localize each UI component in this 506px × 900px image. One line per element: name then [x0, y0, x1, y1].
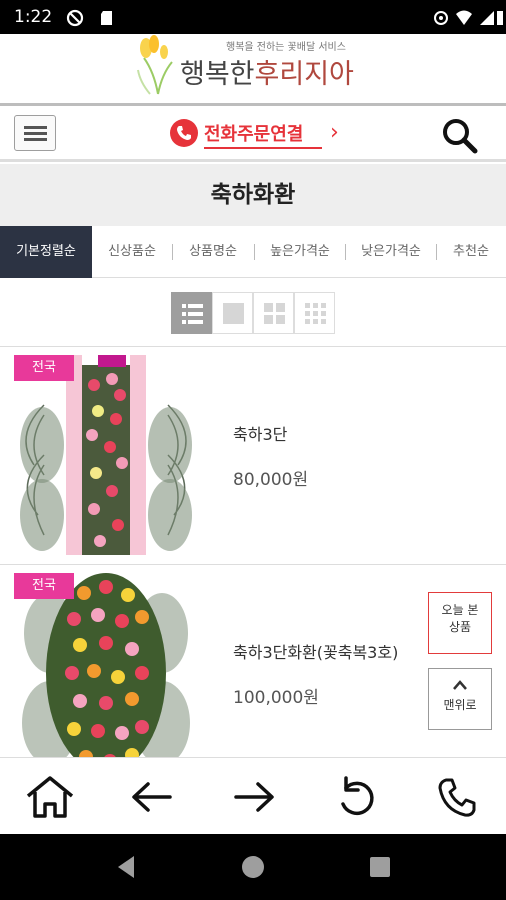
sort-tab-name[interactable]: 상품명순: [176, 226, 250, 278]
top-toolbar: 전화주문연결 ›: [0, 106, 506, 162]
product-item[interactable]: 전국 축하3단 80,000원: [0, 346, 506, 563]
grid-2-view-button[interactable]: [253, 292, 294, 334]
single-view-icon: [223, 303, 244, 324]
category-title-bar: 축하화환: [0, 164, 506, 226]
back-arrow-icon[interactable]: [126, 774, 178, 820]
grid-3-view-icon: [305, 303, 326, 324]
sort-tab-default[interactable]: 기본정렬순: [0, 226, 92, 278]
forward-arrow-icon[interactable]: [228, 774, 280, 820]
logo-brand-part2: 후리지아: [254, 59, 354, 90]
region-badge: 전국: [14, 355, 74, 381]
sort-tab-price-low[interactable]: 낮은가격순: [349, 226, 433, 278]
grid-2-view-icon: [264, 303, 285, 324]
logo-brand-part1: 행복한: [180, 59, 255, 90]
page-title: 축하화환: [210, 182, 296, 208]
menu-line: [24, 132, 47, 135]
signal-icon: [480, 11, 494, 25]
chevron-right-icon: ›: [330, 120, 339, 145]
menu-line: [24, 126, 47, 129]
list-view-icon: [182, 304, 203, 324]
wifi-icon: [456, 10, 472, 25]
sort-tab-recommended[interactable]: 추천순: [440, 226, 502, 278]
system-recents-icon[interactable]: [369, 856, 391, 878]
grid-3-view-button[interactable]: [294, 292, 335, 334]
chevron-up-icon: [453, 680, 467, 690]
product-price: 80,000원: [233, 470, 309, 490]
system-nav-bar: [0, 834, 506, 900]
logo-tagline: 행복을 전하는 꽃배달 서비스: [226, 42, 346, 53]
phone-order-label: 전화주문연결: [204, 124, 304, 145]
logo-brand[interactable]: 행복한후리지아: [180, 52, 354, 91]
list-view-button[interactable]: [171, 292, 212, 334]
product-price: 100,000원: [233, 688, 319, 708]
system-home-icon[interactable]: [241, 855, 265, 879]
product-image[interactable]: [14, 355, 198, 555]
sort-separator: [172, 244, 173, 260]
phone-call-icon: [170, 119, 198, 147]
sort-tabs: 기본정렬순 신상품순 상품명순 높은가격순 낮은가격순 추천순: [0, 226, 506, 278]
product-image[interactable]: [14, 573, 198, 773]
freesia-logo-icon[interactable]: [136, 34, 180, 96]
product-name[interactable]: 축하3단: [233, 421, 287, 445]
phone-icon[interactable]: [432, 774, 484, 820]
sd-card-icon: [101, 11, 112, 25]
scroll-to-top-label: 맨위로: [443, 698, 477, 712]
recently-viewed-button[interactable]: 오늘 본 상품: [428, 592, 492, 654]
region-badge: 전국: [14, 573, 74, 599]
bottom-nav-bar: [0, 757, 506, 834]
battery-icon: [497, 11, 503, 25]
phone-order-underline: [204, 147, 322, 149]
refresh-icon[interactable]: [330, 774, 382, 820]
scroll-to-top-button[interactable]: 맨위로: [428, 668, 492, 730]
single-view-button[interactable]: [212, 292, 253, 334]
sort-separator: [345, 244, 346, 260]
system-back-icon[interactable]: [114, 854, 138, 880]
status-bar: 1:22: [0, 0, 506, 34]
hamburger-menu-button[interactable]: [14, 115, 56, 151]
product-name[interactable]: 축하3단화환(꽃축복3호): [233, 639, 398, 663]
recently-viewed-label-1: 오늘 본: [441, 603, 479, 617]
sort-separator: [436, 244, 437, 260]
sort-separator: [254, 244, 255, 260]
search-icon[interactable]: [440, 116, 478, 154]
recently-viewed-label-2: 상품: [448, 620, 472, 634]
sort-tab-price-high[interactable]: 높은가격순: [258, 226, 342, 278]
menu-line: [24, 138, 47, 141]
site-header: 행복을 전하는 꽃배달 서비스 행복한후리지아: [0, 34, 506, 106]
sort-tab-newest[interactable]: 신상품순: [96, 226, 168, 278]
home-icon[interactable]: [24, 774, 76, 820]
settings-icon: [434, 11, 448, 25]
do-not-disturb-icon: [66, 9, 84, 27]
status-time: 1:22: [14, 7, 53, 27]
